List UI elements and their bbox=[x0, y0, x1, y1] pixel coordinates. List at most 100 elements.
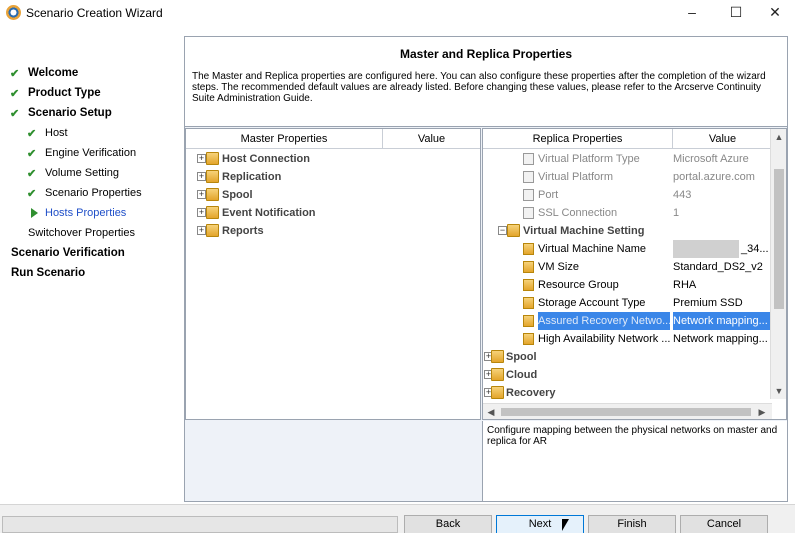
scroll-down-icon[interactable]: ▼ bbox=[771, 383, 786, 399]
group-label: Host Connection bbox=[222, 153, 310, 165]
vertical-scrollbar[interactable]: ▲ ▼ bbox=[770, 129, 786, 399]
scroll-right-icon[interactable]: ▶ bbox=[754, 404, 770, 419]
progress-bar bbox=[2, 516, 398, 533]
expand-icon[interactable]: + bbox=[197, 154, 206, 163]
property-value: Microsoft Azure bbox=[673, 153, 749, 165]
property-icon bbox=[523, 153, 534, 165]
property-name: Assured Recovery Netwo... bbox=[538, 312, 670, 330]
scroll-left-icon[interactable]: ◀ bbox=[483, 404, 499, 419]
master-col-name-header[interactable]: Master Properties bbox=[186, 129, 382, 149]
folder-properties-icon bbox=[491, 350, 504, 363]
step-label: Host bbox=[45, 127, 68, 139]
replica-col-value-header[interactable]: Value bbox=[672, 129, 772, 149]
back-button[interactable]: Back bbox=[404, 515, 492, 533]
main-panel: Master and Replica Properties The Master… bbox=[184, 36, 788, 502]
replica-row-virtual-platform[interactable]: Virtual Platform portal.azure.com bbox=[483, 168, 771, 186]
expand-icon[interactable]: + bbox=[197, 208, 206, 217]
page-description: The Master and Replica properties are co… bbox=[192, 71, 766, 104]
group-label: Spool bbox=[222, 189, 253, 201]
replica-row-vm-name[interactable]: Virtual Machine Name _34... bbox=[483, 240, 771, 258]
check-icon: ✔ bbox=[10, 88, 20, 100]
master-col-value-header[interactable]: Value bbox=[382, 129, 480, 149]
master-properties-pane: Master Properties Value + Host Connectio… bbox=[185, 128, 481, 420]
step-label: Scenario Verification bbox=[11, 247, 125, 259]
folder-properties-icon bbox=[206, 224, 219, 237]
replica-col-name-header[interactable]: Replica Properties bbox=[483, 129, 672, 149]
current-step-arrow-icon bbox=[31, 208, 38, 218]
cancel-button[interactable]: Cancel bbox=[680, 515, 768, 533]
group-label: Virtual Machine Setting bbox=[523, 225, 645, 237]
master-group-spool[interactable]: + Spool bbox=[186, 186, 480, 204]
replica-row-assured-recovery-network[interactable]: Assured Recovery Netwo... Network mappin… bbox=[483, 312, 771, 330]
step-label: Run Scenario bbox=[11, 267, 86, 279]
editable-property-icon bbox=[523, 243, 534, 255]
property-value: portal.azure.com bbox=[673, 171, 755, 183]
property-value: Network mapping... bbox=[673, 333, 768, 345]
master-group-reports[interactable]: + Reports bbox=[186, 222, 480, 240]
minimize-button[interactable]: – bbox=[670, 0, 714, 26]
maximize-button[interactable]: ☐ bbox=[714, 0, 758, 26]
group-label: Replication bbox=[222, 171, 282, 183]
next-button[interactable]: Next bbox=[496, 515, 584, 533]
replica-group-cloud[interactable]: + Cloud bbox=[483, 366, 771, 384]
check-icon: ✔ bbox=[27, 168, 37, 180]
replica-row-vm-size[interactable]: VM Size Standard_DS2_v2 bbox=[483, 258, 771, 276]
expand-icon[interactable]: + bbox=[197, 190, 206, 199]
master-group-host-connection[interactable]: + Host Connection bbox=[186, 150, 480, 168]
replica-group-virtual-machine-setting[interactable]: − Virtual Machine Setting bbox=[483, 222, 771, 240]
property-value: 443 bbox=[673, 189, 692, 201]
window-title: Scenario Creation Wizard bbox=[26, 6, 163, 20]
editable-property-icon bbox=[523, 333, 534, 345]
title-bar: Scenario Creation Wizard – ☐ ✕ bbox=[0, 0, 795, 26]
editable-property-icon bbox=[523, 279, 534, 291]
property-name: Resource Group bbox=[538, 279, 619, 291]
folder-properties-icon bbox=[206, 152, 219, 165]
collapse-icon[interactable]: − bbox=[498, 226, 507, 235]
replica-row-resource-group[interactable]: Resource Group RHA bbox=[483, 276, 771, 294]
property-name: Port bbox=[538, 189, 559, 201]
group-label: Reports bbox=[222, 225, 264, 237]
replica-row-ssl-connection[interactable]: SSL Connection 1 bbox=[483, 204, 771, 222]
mouse-cursor-icon bbox=[562, 519, 569, 531]
replica-row-storage-account-type[interactable]: Storage Account Type Premium SSD bbox=[483, 294, 771, 312]
step-label: Product Type bbox=[28, 87, 101, 99]
replica-row-port[interactable]: Port 443 bbox=[483, 186, 771, 204]
steps-panel: ✔ Welcome ✔ Product Type ✔ Scenario Setu… bbox=[0, 27, 184, 504]
property-name: Virtual Platform bbox=[538, 171, 613, 183]
step-label: Switchover Properties bbox=[28, 227, 135, 239]
master-group-replication[interactable]: + Replication bbox=[186, 168, 480, 186]
finish-button[interactable]: Finish bbox=[588, 515, 676, 533]
step-label: Hosts Properties bbox=[45, 207, 127, 219]
property-value: Standard_DS2_v2 bbox=[673, 261, 763, 273]
property-icon bbox=[523, 171, 534, 183]
replica-row-high-availability-network[interactable]: High Availability Network ... Network ma… bbox=[483, 330, 771, 348]
scrollbar-thumb[interactable] bbox=[774, 169, 784, 309]
expand-icon[interactable]: + bbox=[197, 226, 206, 235]
replica-row-virtual-platform-type[interactable]: Virtual Platform Type Microsoft Azure bbox=[483, 150, 771, 168]
scrollbar-thumb[interactable] bbox=[501, 408, 751, 416]
property-name: High Availability Network ... bbox=[538, 333, 670, 345]
step-label: Volume Setting bbox=[45, 167, 119, 179]
page-header: Master and Replica Properties The Master… bbox=[185, 37, 787, 127]
folder-properties-icon bbox=[206, 188, 219, 201]
editable-property-icon bbox=[523, 297, 534, 309]
property-icon bbox=[523, 189, 534, 201]
scroll-up-icon[interactable]: ▲ bbox=[771, 129, 786, 145]
master-group-event-notification[interactable]: + Event Notification bbox=[186, 204, 480, 222]
wizard-window: Scenario Creation Wizard – ☐ ✕ ✔ Welcome… bbox=[0, 0, 795, 533]
replica-properties-pane: Replica Properties Value Virtual Platfor… bbox=[482, 128, 787, 420]
property-name: VM Size bbox=[538, 261, 579, 273]
replica-group-spool[interactable]: + Spool bbox=[483, 348, 771, 366]
property-name: SSL Connection bbox=[538, 207, 618, 219]
property-value[interactable]: Network mapping... bbox=[673, 312, 771, 330]
folder-properties-icon bbox=[206, 206, 219, 219]
folder-properties-icon bbox=[491, 386, 504, 399]
step-label: Scenario Properties bbox=[45, 187, 142, 199]
horizontal-scrollbar[interactable]: ◀ ▶ bbox=[483, 403, 772, 419]
folder-properties-icon bbox=[491, 368, 504, 381]
close-button[interactable]: ✕ bbox=[753, 0, 795, 26]
replica-group-recovery[interactable]: + Recovery bbox=[483, 384, 771, 402]
editable-property-icon bbox=[523, 315, 534, 327]
expand-icon[interactable]: + bbox=[197, 172, 206, 181]
editable-property-icon bbox=[523, 261, 534, 273]
